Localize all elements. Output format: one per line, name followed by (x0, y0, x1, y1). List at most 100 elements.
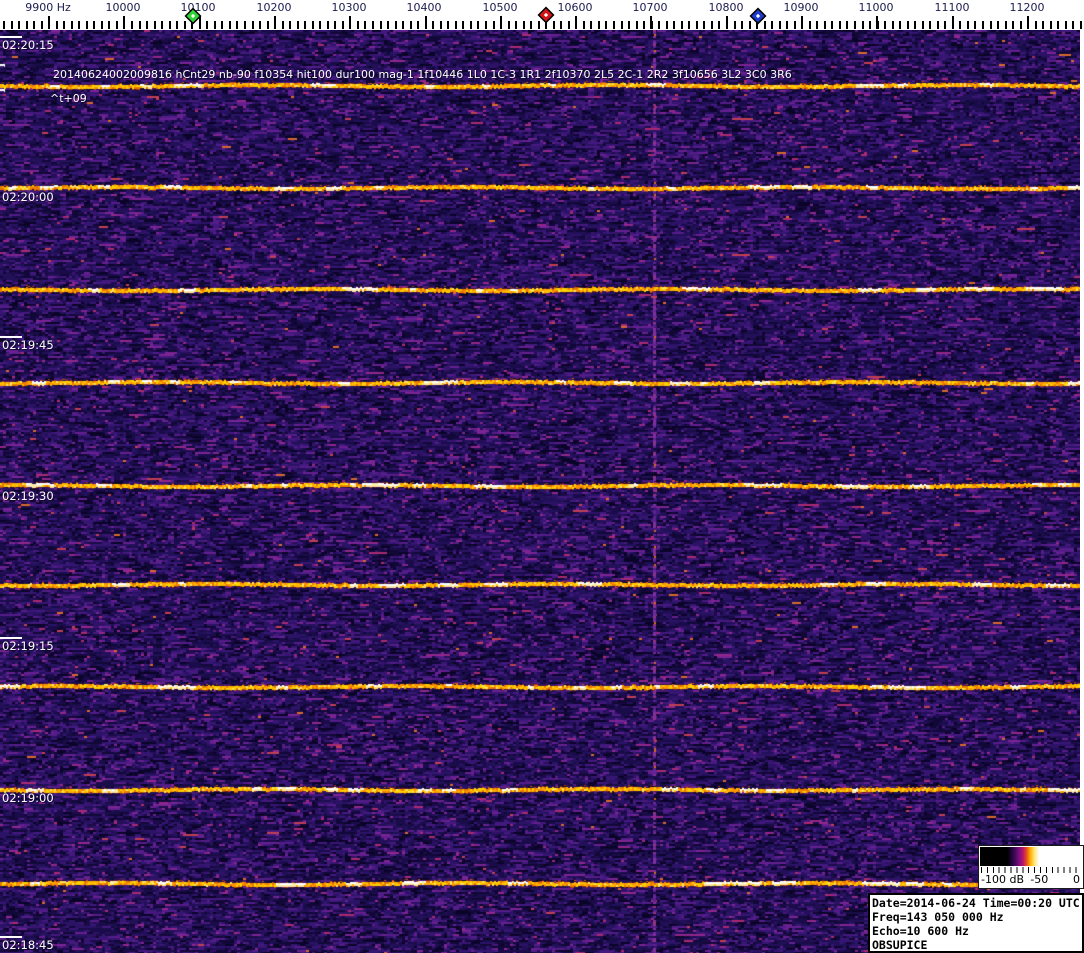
freq-minor-tick (146, 21, 149, 29)
freq-minor-tick (658, 21, 661, 29)
freq-minor-tick (823, 21, 826, 29)
freq-minor-tick (462, 21, 465, 29)
freq-minor-tick (372, 21, 375, 29)
freq-minor-tick (786, 21, 789, 29)
freq-major-tick (876, 16, 879, 29)
freq-major-tick (123, 16, 126, 29)
freq-minor-tick (763, 21, 766, 29)
freq-minor-tick (33, 21, 36, 29)
freq-minor-tick (25, 21, 28, 29)
time-tick (0, 336, 22, 338)
freq-minor-tick (319, 21, 322, 29)
freq-minor-tick (213, 21, 216, 29)
freq-minor-tick (18, 21, 21, 29)
freq-minor-tick (281, 21, 284, 29)
freq-minor-tick (1049, 21, 1052, 29)
freq-minor-tick (838, 21, 841, 29)
freq-minor-tick (259, 21, 262, 29)
station-info-box: Date=2014-06-24 Time=00:20 UTC Freq=143 … (868, 893, 1084, 953)
freq-minor-tick (1012, 21, 1015, 29)
colorbar-mid-label: -50 (1030, 873, 1049, 886)
freq-major-tick (650, 16, 653, 29)
freq-minor-tick (131, 21, 134, 29)
freq-minor-tick (537, 21, 540, 29)
freq-minor-tick (115, 21, 118, 29)
freq-minor-tick (695, 21, 698, 29)
freq-label: 10700 (632, 1, 668, 14)
info-station-line: OBSUPICE (872, 938, 928, 952)
freq-minor-tick (10, 21, 13, 29)
freq-minor-tick (597, 21, 600, 29)
freq-minor-tick (417, 21, 420, 29)
freq-minor-tick (311, 21, 314, 29)
time-label: 02:20:00 (2, 190, 54, 204)
freq-minor-tick (643, 21, 646, 29)
freq-minor-tick (236, 21, 239, 29)
freq-minor-tick (402, 21, 405, 29)
freq-minor-tick (484, 21, 487, 29)
freq-minor-tick (673, 21, 676, 29)
freq-minor-tick (665, 21, 668, 29)
freq-minor-tick (921, 21, 924, 29)
freq-major-tick (575, 16, 578, 29)
freq-minor-tick (718, 21, 721, 29)
freq-minor-tick (439, 21, 442, 29)
freq-minor-tick (266, 21, 269, 29)
freq-minor-tick (1034, 21, 1037, 29)
freq-minor-tick (469, 21, 472, 29)
freq-minor-tick (477, 21, 480, 29)
freq-minor-tick (432, 21, 435, 29)
freq-minor-tick (334, 21, 337, 29)
time-label: 02:18:45 (2, 938, 54, 952)
freq-minor-tick (1004, 21, 1007, 29)
freq-minor-tick (688, 21, 691, 29)
freq-minor-tick (703, 21, 706, 29)
colorbar-min-label: -100 dB (981, 873, 1024, 886)
freq-minor-tick (40, 21, 43, 29)
freq-minor-tick (251, 21, 254, 29)
freq-minor-tick (304, 21, 307, 29)
info-freq-line: Freq=143 050 000 Hz (872, 910, 1004, 924)
freq-label: 10400 (406, 1, 442, 14)
freq-minor-tick (854, 21, 856, 29)
freq-minor-tick (771, 21, 774, 29)
freq-label: 11000 (858, 1, 894, 14)
freq-minor-tick (153, 21, 156, 29)
freq-minor-tick (1057, 21, 1060, 29)
freq-minor-tick (1072, 21, 1075, 29)
freq-minor-tick (560, 21, 563, 29)
freq-minor-tick (387, 21, 390, 29)
freq-minor-tick (289, 21, 292, 29)
freq-minor-tick (869, 21, 872, 29)
frequency-ruler: 9900 Hz 10000 10100 10200 10300 10400 10500 106… (0, 0, 1084, 30)
freq-minor-tick (861, 21, 864, 29)
freq-minor-tick (454, 21, 457, 29)
freq-minor-tick (808, 21, 811, 29)
info-echo-line: Echo=10 600 Hz (872, 924, 969, 938)
freq-minor-tick (1042, 21, 1045, 29)
freq-minor-tick (364, 21, 367, 29)
freq-minor-tick (914, 21, 917, 29)
freq-minor-tick (590, 21, 593, 29)
freq-minor-tick (884, 21, 887, 29)
freq-label: 11200 (1009, 1, 1045, 14)
freq-minor-tick (138, 21, 141, 29)
freq-minor-tick (356, 21, 359, 29)
freq-major-tick (801, 16, 804, 29)
freq-minor-tick (831, 21, 834, 29)
freq-minor-tick (982, 21, 985, 29)
freq-minor-tick (891, 21, 894, 29)
freq-minor-tick (63, 21, 66, 29)
freq-minor-tick (605, 21, 608, 29)
freq-minor-tick (966, 21, 969, 29)
freq-minor-tick (341, 21, 344, 29)
colorbar-gradient (980, 847, 1082, 866)
freq-minor-tick (748, 21, 751, 29)
freq-minor-tick (206, 21, 209, 29)
freq-minor-tick (492, 21, 495, 29)
freq-minor-tick (183, 21, 186, 29)
freq-minor-tick (567, 21, 570, 29)
freq-major-tick (48, 16, 50, 29)
freq-minor-tick (816, 21, 819, 29)
freq-minor-tick (176, 21, 179, 29)
